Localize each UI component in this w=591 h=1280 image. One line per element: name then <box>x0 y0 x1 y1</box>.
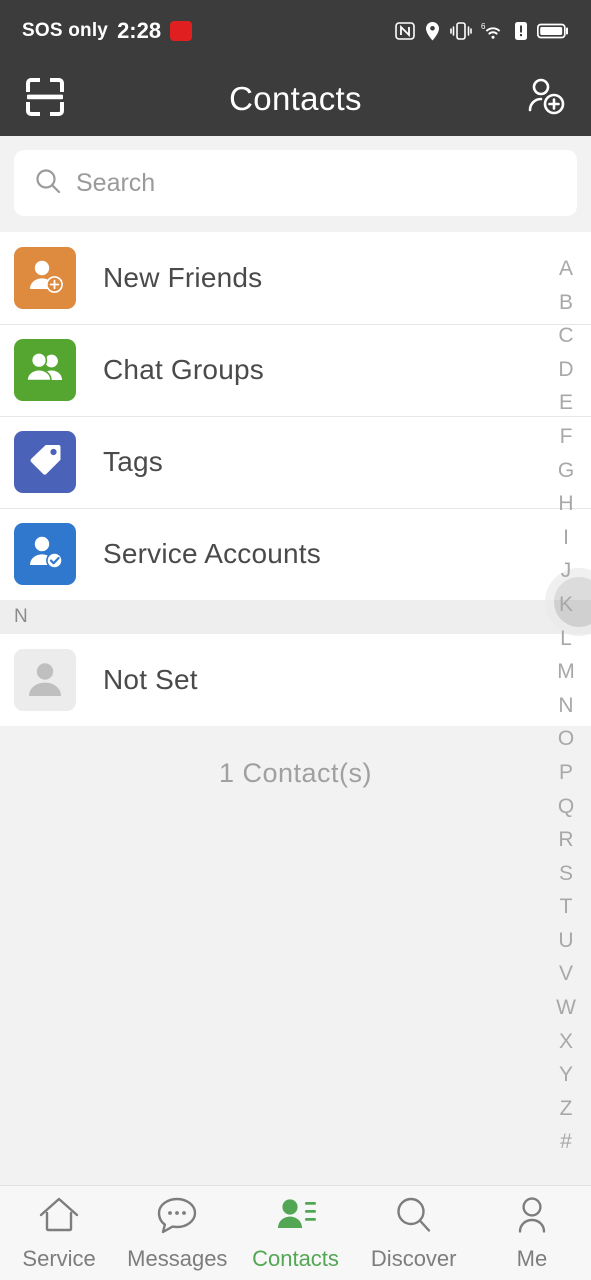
alpha-index-letter[interactable]: T <box>560 890 573 924</box>
chat-icon <box>154 1194 200 1241</box>
list-item-label: New Friends <box>103 262 263 293</box>
status-bar-right: 6 <box>395 21 569 42</box>
search-icon <box>34 167 62 200</box>
svg-text:6: 6 <box>481 22 486 31</box>
alpha-index-letter[interactable]: E <box>559 386 573 420</box>
contacts-list: New Friends Chat Groups Tags Service Acc… <box>0 232 591 726</box>
battery-icon <box>537 22 569 40</box>
clock-label: 2:28 <box>117 18 162 43</box>
page-title: Contacts <box>229 80 362 117</box>
list-item-new-friends[interactable]: New Friends <box>0 232 591 324</box>
person-add-icon <box>25 256 65 301</box>
location-icon <box>424 21 441 42</box>
status-bar-left: SOS only 2:28 <box>22 18 193 44</box>
alpha-index-letter[interactable]: C <box>558 319 573 353</box>
app-header: Contacts <box>0 62 591 136</box>
alpha-index-letter[interactable]: R <box>558 823 573 857</box>
contact-row-not-set[interactable]: Not Set <box>0 634 591 726</box>
alpha-index-letter[interactable]: P <box>559 756 573 790</box>
alpha-index-letter[interactable]: S <box>559 857 573 891</box>
tags-tile <box>14 431 76 493</box>
nav-label: Messages <box>127 1246 228 1271</box>
nfc-icon <box>395 21 415 41</box>
alert-icon <box>514 21 528 41</box>
contact-count-label: 1 Contact(s) <box>0 726 591 819</box>
add-contact-button[interactable] <box>519 72 573 126</box>
section-header-n: N <box>0 600 591 634</box>
bottom-navigation: Service Messages Contacts Discover Me <box>0 1185 591 1280</box>
search-section: Search <box>0 136 591 232</box>
alpha-index-letter[interactable]: I <box>563 521 569 555</box>
list-item-chat-groups[interactable]: Chat Groups <box>0 324 591 416</box>
alpha-index-letter[interactable]: M <box>557 655 575 689</box>
alpha-index-letter[interactable]: A <box>559 252 573 286</box>
person-icon <box>509 1194 555 1241</box>
alpha-index-letter[interactable]: H <box>558 487 573 521</box>
alpha-index-letter[interactable]: U <box>558 924 573 958</box>
scan-qr-icon <box>25 77 65 122</box>
alpha-index-letter[interactable]: Z <box>560 1092 573 1126</box>
carrier-label: SOS only <box>22 20 109 41</box>
alpha-index-letter[interactable]: B <box>559 286 573 320</box>
notification-badge-icon <box>170 21 193 41</box>
alpha-index-letter[interactable]: J <box>561 554 572 588</box>
list-item-tags[interactable]: Tags <box>0 416 591 508</box>
alpha-index-letter[interactable]: D <box>558 353 573 387</box>
status-bar: SOS only 2:28 6 <box>0 0 591 62</box>
verified-user-icon <box>25 532 65 577</box>
nav-item-contacts[interactable]: Contacts <box>236 1194 354 1272</box>
default-avatar-icon <box>24 657 66 704</box>
default-avatar <box>14 649 76 711</box>
contacts-icon <box>273 1194 319 1241</box>
alpha-index-letter[interactable]: K <box>559 588 573 622</box>
list-filler <box>0 819 591 1119</box>
search-placeholder: Search <box>76 168 156 197</box>
alpha-index-letter[interactable]: G <box>558 454 574 488</box>
phone-screen: SOS only 2:28 6 Contacts Search New Frie… <box>0 0 591 1280</box>
nav-item-service[interactable]: Service <box>0 1194 118 1272</box>
search-input[interactable]: Search <box>14 150 577 216</box>
list-item-service-accounts[interactable]: Service Accounts <box>0 508 591 600</box>
alpha-index-letter[interactable]: # <box>560 1125 572 1159</box>
contact-name: Not Set <box>103 664 198 695</box>
list-item-label: Service Accounts <box>103 538 321 569</box>
nav-label: Discover <box>370 1246 457 1271</box>
nav-label: Contacts <box>252 1246 339 1271</box>
group-icon <box>24 348 66 393</box>
alphabet-index[interactable]: A B C D E F G H I J K L M N O P Q R S T … <box>541 252 591 1159</box>
alpha-index-letter[interactable]: Y <box>559 1058 573 1092</box>
home-icon <box>36 1194 82 1241</box>
vibrate-icon <box>450 21 472 41</box>
wifi-6-icon: 6 <box>481 21 505 41</box>
nav-item-discover[interactable]: Discover <box>355 1194 473 1272</box>
alpha-index-letter[interactable]: X <box>559 1025 573 1059</box>
alpha-index-letter[interactable]: N <box>558 689 573 723</box>
nav-label: Service <box>22 1246 96 1271</box>
alpha-index-letter[interactable]: V <box>559 957 573 991</box>
list-item-label: Tags <box>103 446 163 477</box>
search-icon <box>391 1194 437 1241</box>
nav-label: Me <box>516 1246 548 1271</box>
new-friends-tile <box>14 247 76 309</box>
chat-groups-tile <box>14 339 76 401</box>
alpha-index-letter[interactable]: O <box>558 722 574 756</box>
list-item-label: Chat Groups <box>103 354 264 385</box>
alpha-index-letter[interactable]: L <box>560 622 572 656</box>
alpha-index-letter[interactable]: Q <box>558 790 574 824</box>
scan-qr-button[interactable] <box>18 72 72 126</box>
alpha-index-letter[interactable]: W <box>556 991 576 1025</box>
nav-item-messages[interactable]: Messages <box>118 1194 236 1272</box>
nav-item-me[interactable]: Me <box>473 1194 591 1272</box>
tag-icon <box>26 441 64 484</box>
alpha-index-letter[interactable]: F <box>560 420 573 454</box>
add-contact-icon <box>525 76 567 123</box>
service-accounts-tile <box>14 523 76 585</box>
